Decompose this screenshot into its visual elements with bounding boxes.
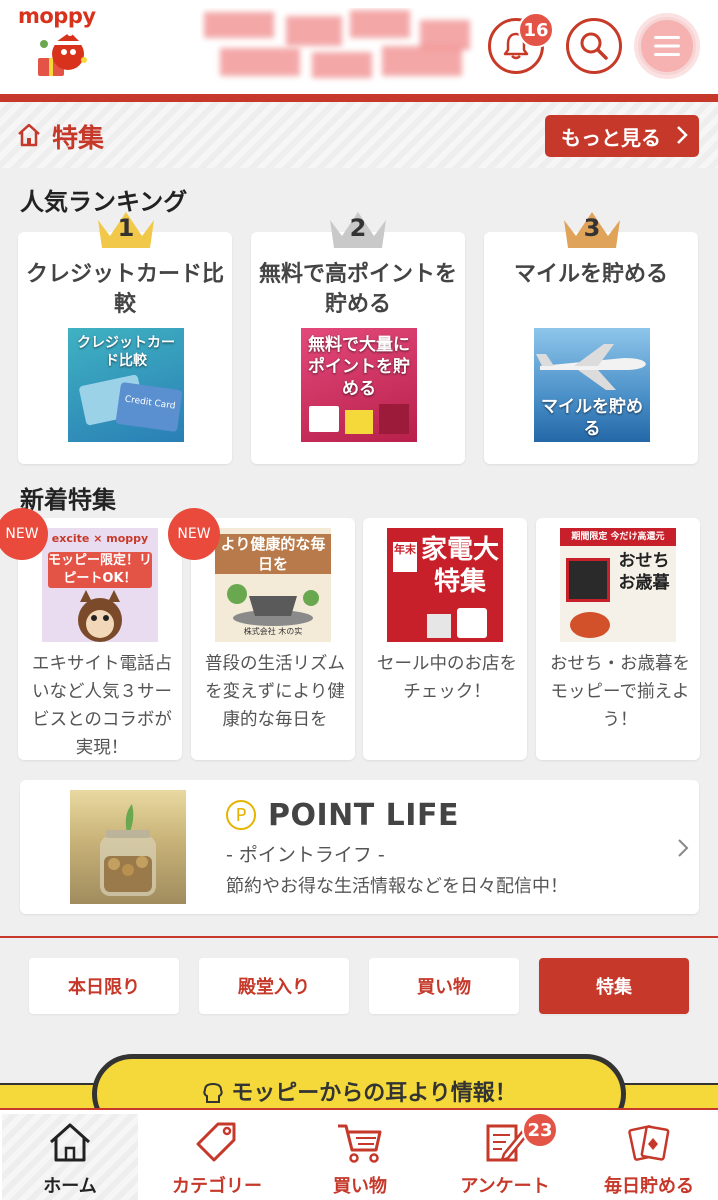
nav-label: ホーム: [43, 1176, 97, 1197]
see-more-label: もっと見る: [561, 125, 661, 150]
menu-button[interactable]: [638, 17, 696, 75]
ranking-card-3[interactable]: マイルを貯める マイルを貯める: [484, 232, 698, 464]
notification-badge: 16: [518, 12, 554, 48]
thumbnail-caption: モッピー限定！リピートOK！: [48, 552, 153, 588]
new-badge: NEW: [168, 508, 220, 560]
ranking-title: 無料で高ポイントを貯める: [259, 262, 458, 317]
thumbnail-caption: クレジットカード比較: [77, 335, 175, 369]
ranking-card-2[interactable]: 無料で高ポイントを貯める 無料で大量にポイントを貯める: [251, 232, 465, 464]
nav-category[interactable]: カテゴリー: [150, 1114, 284, 1200]
point-life-banner[interactable]: P POINT LIFE - ポイントライフ - 節約やお得な生活情報などを日々…: [20, 780, 699, 914]
credit-card-image: Credit Card: [115, 381, 183, 433]
nav-label: 毎日貯める: [604, 1176, 694, 1197]
ranking-thumbnail: クレジットカード比較 Credit Card: [68, 328, 184, 442]
thumbnail-caption: マイルを貯める: [541, 397, 643, 439]
tab-feature[interactable]: 特集: [539, 958, 689, 1014]
squirrel-mascot-icon: [78, 590, 122, 642]
new-feature-card-2[interactable]: より健康的な毎日を 株式会社 木の实 普段の生活リズムを変えずにより健康的な毎日…: [191, 518, 355, 760]
header-divider: [0, 94, 718, 102]
nav-label: カテゴリー: [172, 1176, 262, 1197]
crown-bronze-icon: 3: [560, 206, 624, 250]
osechi-box-image: [566, 558, 610, 602]
survey-pencil-icon: [486, 1124, 528, 1162]
thumbnail-caption: 無料で大量にポイントを貯める: [308, 335, 410, 399]
app-header: moppy 16: [0, 0, 718, 96]
ranking-thumbnail: マイルを貯める: [534, 328, 650, 442]
new-feature-card-1[interactable]: excite × moppy モッピー限定！リピートOK！ エキサイト電話占いな…: [18, 518, 182, 760]
info-banner-text: モッピーからの耳より情報！: [97, 1075, 621, 1107]
gift-image: [309, 406, 339, 432]
new-feature-description: おせち・お歳暮をモッピーで揃えよう！: [550, 654, 690, 730]
appliance-image: [427, 614, 451, 638]
tab-today-only[interactable]: 本日限り: [29, 958, 179, 1014]
new-feature-card-4[interactable]: 期間限定 今だけ高還元 おせち お歳暮 おせち・お歳暮をモッピーで揃えよう！: [536, 518, 700, 760]
crown-gold-icon: 1: [94, 206, 158, 250]
new-feature-description: エキサイト電話占いなど人気３サービスとのコラボが実現！: [32, 654, 172, 758]
nav-label: アンケート: [460, 1176, 550, 1197]
thumbnail-caption: より健康的な毎日を: [215, 534, 331, 574]
new-feature-thumbnail: excite × moppy モッピー限定！リピートOK！: [42, 528, 158, 642]
thumbnail-tag: 年末: [393, 542, 417, 572]
gift-image: [379, 404, 409, 434]
new-feature-description: 普段の生活リズムを変えずにより健康的な毎日を: [205, 654, 345, 730]
thumbnail-promo: 期間限定 今だけ高還元: [560, 528, 676, 546]
home-icon: [18, 123, 40, 147]
thumbnail-caption: 家電大特集: [421, 535, 500, 597]
page-title: 特集: [52, 124, 105, 154]
new-features-heading: 新着特集: [20, 486, 116, 514]
nav-shopping[interactable]: 買い物: [295, 1114, 425, 1200]
point-life-title: POINT LIFE: [268, 798, 459, 833]
hamburger-icon: [654, 36, 680, 56]
teacup-image: [227, 584, 319, 626]
tab-shopping[interactable]: 買い物: [369, 958, 519, 1014]
new-feature-thumbnail: 年末 家電大特集: [387, 528, 503, 642]
survey-badge: 23: [522, 1112, 558, 1148]
nav-label: 買い物: [333, 1176, 387, 1197]
tab-hall-of-fame[interactable]: 殿堂入り: [199, 958, 349, 1014]
home-icon: [49, 1123, 91, 1162]
thumbnail-caption: おせち お歳暮: [618, 551, 670, 593]
thumbnail-brand: excite × moppy: [51, 532, 149, 545]
airplane-image: [536, 344, 646, 390]
cards-icon: [628, 1125, 670, 1161]
chevron-right-icon: [677, 126, 688, 144]
ranking-title: マイルを貯める: [513, 262, 668, 287]
blurred-banner: [200, 8, 475, 86]
point-life-subtitle: - ポイントライフ -: [226, 844, 385, 866]
new-feature-thumbnail: より健康的な毎日を 株式会社 木の实: [215, 528, 331, 642]
point-life-description: 節約やお得な生活情報などを日々配信中！: [226, 876, 568, 897]
new-feature-card-3[interactable]: 年末 家電大特集 セール中のお店をチェック！: [363, 518, 527, 760]
rank-number: 2: [349, 214, 367, 242]
mascot-icon: [38, 30, 87, 76]
crab-image: [570, 612, 610, 638]
thumbnail-company: 株式会社 木の实: [243, 627, 303, 636]
ranking-title: クレジットカード比較: [26, 262, 225, 317]
nav-home[interactable]: ホーム: [2, 1114, 138, 1200]
ranking-thumbnail: 無料で大量にポイントを貯める: [301, 328, 417, 442]
tag-icon: [196, 1122, 236, 1162]
card-text: Credit Card: [124, 394, 176, 412]
nav-daily-earn[interactable]: 毎日貯める: [582, 1114, 716, 1200]
mascot-outline-icon: [203, 1082, 223, 1103]
bottom-navigation: ホーム カテゴリー 買い物 アンケート 毎日貯める: [0, 1108, 718, 1200]
logo-text: moppy: [18, 4, 96, 28]
search-icon: [580, 32, 608, 60]
new-feature-thumbnail: 期間限定 今だけ高還元 おせち お歳暮: [560, 528, 676, 642]
gift-image: [345, 410, 373, 434]
point-p-icon: P: [226, 800, 256, 830]
chevron-right-icon: [678, 839, 689, 857]
section-divider: [0, 936, 718, 938]
appliance-image: [457, 608, 487, 638]
rank-number: 3: [583, 214, 601, 242]
moppy-logo[interactable]: moppy: [14, 2, 116, 84]
coin-jar-image: [70, 790, 186, 904]
rank-number: 1: [117, 214, 135, 242]
crown-silver-icon: 2: [326, 206, 390, 250]
search-button[interactable]: [566, 18, 622, 74]
info-banner-label: モッピーからの耳より情報！: [231, 1081, 517, 1106]
cart-icon: [338, 1124, 382, 1163]
see-more-button[interactable]: もっと見る: [545, 115, 699, 157]
ranking-card-1[interactable]: クレジットカード比較 クレジットカード比較 Credit Card: [18, 232, 232, 464]
new-feature-description: セール中のお店をチェック！: [377, 654, 517, 702]
